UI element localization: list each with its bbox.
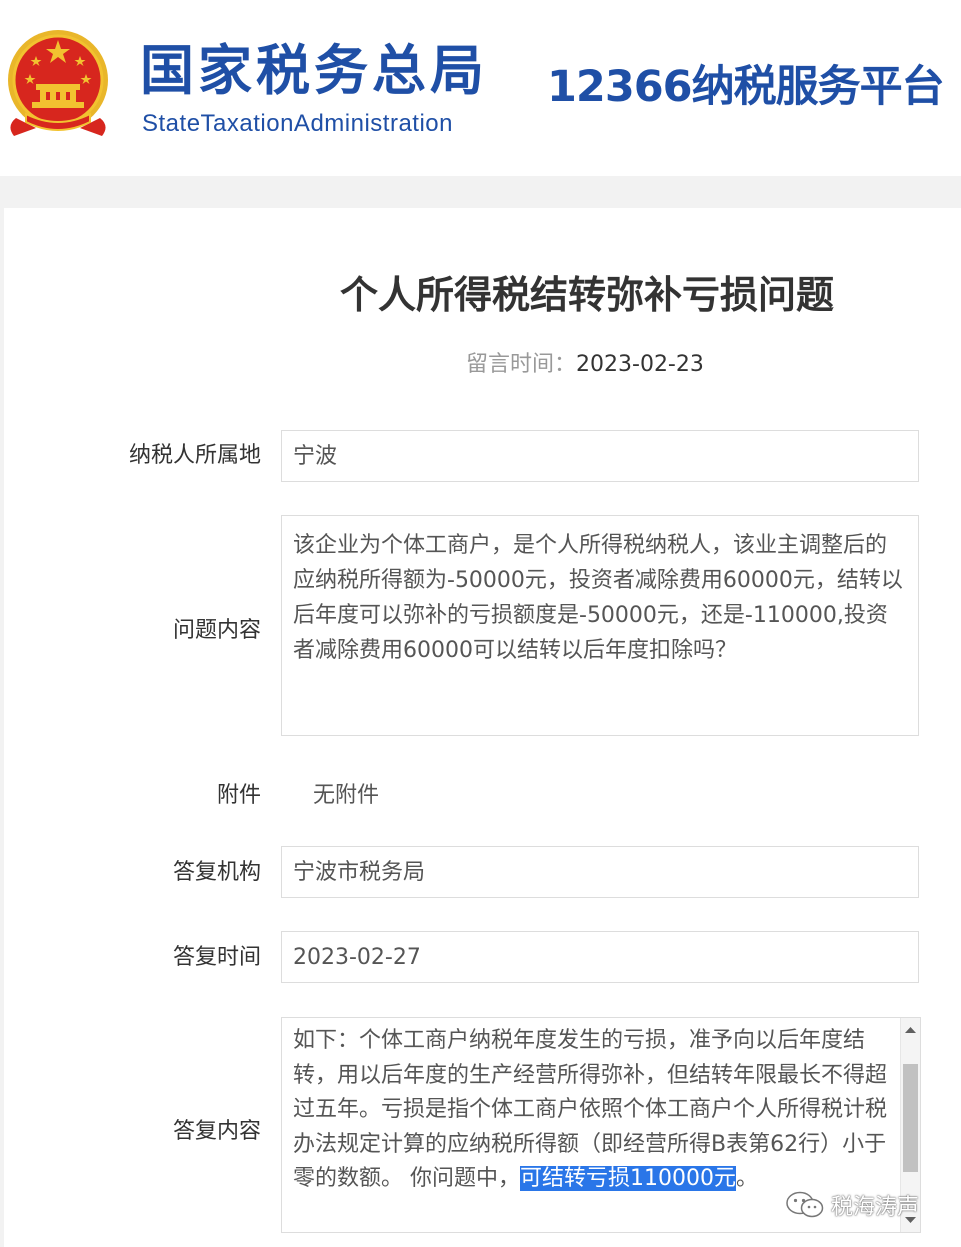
logo-chinese-name: 国家税务总局 [140,39,488,102]
reply-label: 答复内容 [172,1119,261,1144]
reply-text: 如下：个体工商户纳税年度发生的亏损，准予向以后年度结转，用以后年度的生产经营所得… [293,1024,893,1197]
reply-text-tail: 。 [735,1166,758,1192]
page-title: 个人所得税结转弥补亏损问题 [0,276,961,314]
location-field: 宁波 [281,430,919,482]
agency-field: 宁波市税务局 [281,846,919,898]
platform-name: 12366纳税服务平台 [547,62,945,112]
location-label: 纳税人所属地 [128,443,261,468]
watermark: 税海涛声 [785,1188,919,1222]
wechat-icon [786,1191,824,1218]
message-time: 留言时间：2023-02-23 [466,354,704,376]
scroll-up-arrow-icon[interactable] [901,1020,920,1040]
page-title-text: 个人所得税结转弥补亏损问题 [340,273,835,317]
question-label: 问题内容 [172,618,261,643]
reply-selected-text: 可结转亏损110000元 [520,1166,736,1192]
question-field: 该企业为个体工商户，是个人所得税纳税人，该业主调整后的应纳税所得额为-50000… [281,515,919,736]
attachment-value: 无附件 [313,783,380,808]
attachment-label: 附件 [216,783,261,808]
logo-english-name: StateTaxationAdministration [142,110,453,137]
national-emblem-icon [8,30,108,136]
agency-label: 答复机构 [172,860,261,885]
scrollbar-thumb[interactable] [903,1064,918,1172]
site-header: 国家税务总局 StateTaxationAdministration 12366… [0,0,961,176]
reply-time-label: 答复时间 [172,945,261,970]
message-time-value: 2023-02-23 [576,352,704,377]
message-time-label: 留言时间： [466,352,577,377]
reply-time-field: 2023-02-27 [281,931,919,983]
watermark-text: 税海涛声 [831,1195,920,1220]
